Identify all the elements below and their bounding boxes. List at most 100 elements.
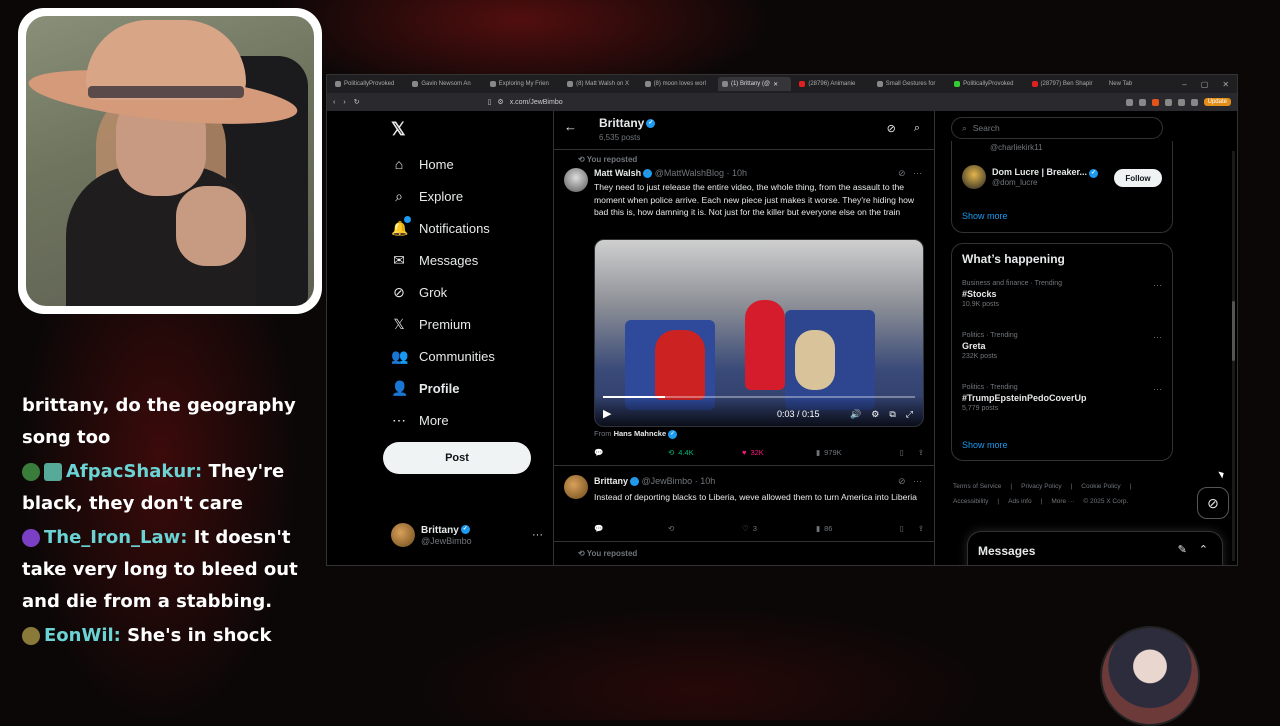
footer-link[interactable]: Ads info (1008, 498, 1032, 505)
more-dots-icon[interactable]: ··· (913, 168, 922, 178)
more-dots-icon[interactable]: ··· (532, 529, 543, 541)
grok-icon[interactable]: ⊘ (887, 122, 896, 135)
avatar[interactable] (564, 475, 588, 499)
bookmark-icon[interactable]: ▯ (488, 98, 492, 106)
video-progress-fill (603, 396, 666, 398)
maximize-icon[interactable]: ▢ (1201, 80, 1209, 89)
fullscreen-icon[interactable]: ⤢ (906, 409, 913, 420)
brave-shield-icon[interactable] (1151, 98, 1159, 106)
nav-notifications[interactable]: 🔔 Notifications (391, 216, 490, 237)
minimize-icon[interactable]: – (1182, 80, 1186, 89)
chevron-up-icon[interactable]: ⌃ (1199, 543, 1208, 556)
update-button[interactable]: Update (1203, 98, 1231, 106)
reply-button[interactable]: 💬 (594, 524, 668, 533)
extension-icon[interactable] (1190, 98, 1198, 106)
bookmark-icon[interactable]: ▯ (900, 448, 904, 457)
share-icon[interactable]: ⇪ (918, 524, 924, 533)
browser-tab[interactable]: New Tab (1105, 77, 1178, 91)
browser-tab[interactable]: (28797) Ben Shapir (1028, 77, 1101, 91)
browser-tab[interactable]: (8) Matt Walsh on X (563, 77, 636, 91)
account-switcher[interactable]: Brittany ✓ @JewBimbo ··· (391, 523, 543, 547)
browser-tab-active[interactable]: (1) Brittany (@ ✕ (717, 77, 792, 91)
footer-link[interactable]: Accessibility (953, 498, 988, 505)
grok-floating-button[interactable]: ⊘ (1197, 487, 1229, 519)
repost-button[interactable]: ⟲ (668, 524, 742, 533)
footer-link[interactable]: Terms of Service (953, 483, 1001, 490)
nav-premium[interactable]: 𝕏 Premium (391, 316, 471, 333)
address-bar[interactable]: ▯ ⚙ x.com/JewBimbo (488, 96, 908, 108)
extension-icon[interactable] (1164, 98, 1172, 106)
video-progress-bar[interactable] (603, 396, 915, 398)
avatar[interactable] (564, 168, 588, 192)
settings-gear-icon[interactable]: ⚙ (871, 409, 879, 420)
more-dots-icon[interactable]: ··· (1153, 332, 1162, 342)
messages-drawer[interactable]: Messages ✎ ⌃ (967, 531, 1223, 565)
show-more-link[interactable]: Show more (962, 211, 1008, 221)
grok-icon[interactable]: ⊘ (898, 476, 906, 486)
footer-link[interactable]: Cookie Policy (1081, 483, 1120, 490)
forward-icon[interactable]: › (343, 99, 345, 106)
new-message-icon[interactable]: ✎ (1178, 543, 1187, 556)
views-button[interactable]: ▮ 86 (816, 524, 890, 533)
views-button[interactable]: ▮ 979K (816, 448, 890, 457)
more-dots-icon[interactable]: ··· (1153, 384, 1162, 394)
browser-tab[interactable]: PoliticallyProvoked (950, 77, 1023, 91)
more-dots-icon[interactable]: ··· (913, 476, 922, 486)
show-more-link[interactable]: Show more (962, 440, 1008, 450)
search-icon[interactable]: ⌕ (914, 122, 920, 135)
chat-username[interactable]: EonWil: (44, 625, 121, 646)
nav-profile[interactable]: 👤 Profile (391, 380, 459, 397)
back-arrow-icon[interactable]: ← (564, 119, 577, 134)
extension-icon[interactable] (1138, 98, 1146, 106)
nav-communities[interactable]: 👥 Communities (391, 348, 495, 365)
close-tab-icon[interactable]: ✕ (773, 81, 778, 88)
close-window-icon[interactable]: ✕ (1222, 80, 1229, 89)
url-text[interactable]: x.com/JewBimbo (510, 99, 563, 106)
nav-more[interactable]: ⋯ More (391, 412, 449, 429)
post-button[interactable]: Post (383, 442, 531, 474)
nav-home[interactable]: ⌂ Home (391, 156, 454, 172)
extension-icon[interactable] (1125, 98, 1133, 106)
trend-item[interactable]: Business and finance · Trending #Stocks … (962, 280, 1166, 308)
like-button[interactable]: ♡ 3 (742, 524, 816, 533)
extension-icon[interactable] (1177, 98, 1185, 106)
chat-badge-icon (22, 463, 40, 481)
picture-in-picture-icon[interactable]: ⧉ (889, 409, 895, 420)
footer-link[interactable]: More ··· (1051, 498, 1074, 505)
nav-messages[interactable]: ✉ Messages (391, 252, 478, 269)
like-button[interactable]: ♥ 32K (742, 448, 816, 457)
more-dots-icon[interactable]: ··· (1153, 280, 1162, 290)
chat-username[interactable]: The_Iron_Law: (44, 527, 188, 548)
reply-button[interactable]: 💬 (594, 448, 668, 457)
browser-tab[interactable]: PoliticallyProvoked (331, 77, 404, 91)
browser-tab[interactable]: (28796) Animanie (795, 77, 868, 91)
footer-link[interactable]: Privacy Policy (1021, 483, 1061, 490)
trend-item[interactable]: Politics · Trending Greta 232K posts ··· (962, 332, 1166, 360)
x-logo-icon[interactable]: 𝕏 (391, 119, 406, 140)
person-icon: 👤 (391, 380, 409, 396)
browser-tab[interactable]: (8) moon loves worl (641, 77, 714, 91)
search-input[interactable]: ⌕ Search (951, 117, 1163, 139)
browser-tab[interactable]: Exploring My Frien (486, 77, 559, 91)
share-icon[interactable]: ⇪ (918, 448, 924, 457)
site-info-icon[interactable]: ⚙ (497, 98, 503, 106)
back-icon[interactable]: ‹ (333, 99, 335, 106)
nav-grok[interactable]: ⊘ Grok (391, 284, 447, 301)
browser-tab[interactable]: Small Gestures for (873, 77, 946, 91)
reload-icon[interactable]: ↻ (354, 98, 360, 106)
follow-button[interactable]: Follow (1114, 169, 1162, 187)
repost-icon: ⟲ (578, 155, 587, 164)
video-player[interactable]: ▶ 0:03 / 0:15 🔊 ⚙ ⧉ ⤢ (594, 239, 924, 427)
repost-button[interactable]: ⟲ 4.4K (668, 448, 742, 457)
chat-username[interactable]: AfpacShakur: (66, 461, 202, 482)
volume-icon[interactable]: 🔊 (850, 409, 861, 420)
browser-tab[interactable]: Gavin Newsom An (408, 77, 481, 91)
play-icon[interactable]: ▶ (603, 407, 611, 420)
bookmark-icon[interactable]: ▯ (900, 524, 904, 533)
page-scrollbar[interactable] (1232, 151, 1235, 561)
trend-item[interactable]: Politics · Trending #TrumpEpsteinPedoCov… (962, 384, 1166, 412)
grok-icon[interactable]: ⊘ (898, 168, 906, 178)
heart-icon: ♥ (742, 448, 747, 457)
follow-suggestion[interactable]: Dom Lucre | Breaker... ✓ @dom_lucre (962, 165, 1099, 189)
nav-explore[interactable]: ⌕ Explore (391, 188, 463, 205)
